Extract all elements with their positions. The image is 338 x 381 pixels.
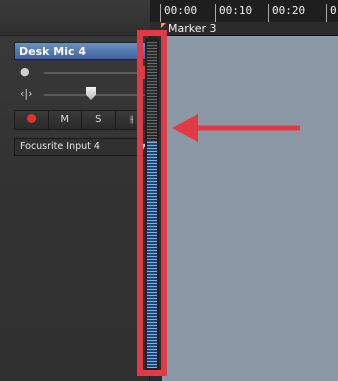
record-icon	[26, 114, 36, 123]
volume-slider-track	[44, 72, 150, 74]
microphone-icon: ●	[20, 65, 30, 78]
tick-label: 00:00	[160, 4, 197, 22]
mute-button[interactable]: M	[48, 111, 82, 129]
marker-label[interactable]: Marker 3	[168, 22, 217, 35]
solo-button[interactable]: S	[82, 111, 116, 129]
input-source-select[interactable]: Focusrite Input 4 ▼	[14, 138, 150, 156]
volume-slider[interactable]: ●	[14, 62, 150, 84]
pan-slider-thumb[interactable]	[86, 87, 96, 100]
annotation-highlight-box	[137, 30, 167, 376]
track-button-row: M S ⫲	[14, 110, 150, 130]
track-lane[interactable]	[162, 36, 338, 381]
pan-slider-track	[44, 94, 150, 96]
tick-label: 00:10	[215, 4, 252, 22]
arrow-left-icon	[172, 114, 300, 142]
track-header-panel: Desk Mic 4 ● ‹|› M S ⫲ Focusrite Input 4…	[0, 0, 150, 381]
input-source-label: Focusrite Input 4	[20, 141, 100, 152]
record-arm-button[interactable]	[15, 111, 49, 129]
tick-label: 0	[326, 4, 337, 22]
marker-bar: Marker 3	[150, 22, 338, 35]
track-name[interactable]: Desk Mic 4	[14, 42, 150, 60]
marker-flag-icon[interactable]	[161, 23, 166, 28]
tick-label: 00:20	[268, 4, 305, 22]
timeline-ruler[interactable]: 00:00 00:10 00:20 0 Marker 3	[150, 0, 338, 36]
pan-icon: ‹|›	[20, 87, 33, 100]
pan-slider[interactable]: ‹|›	[14, 84, 150, 106]
panel-top-strip	[0, 0, 150, 36]
